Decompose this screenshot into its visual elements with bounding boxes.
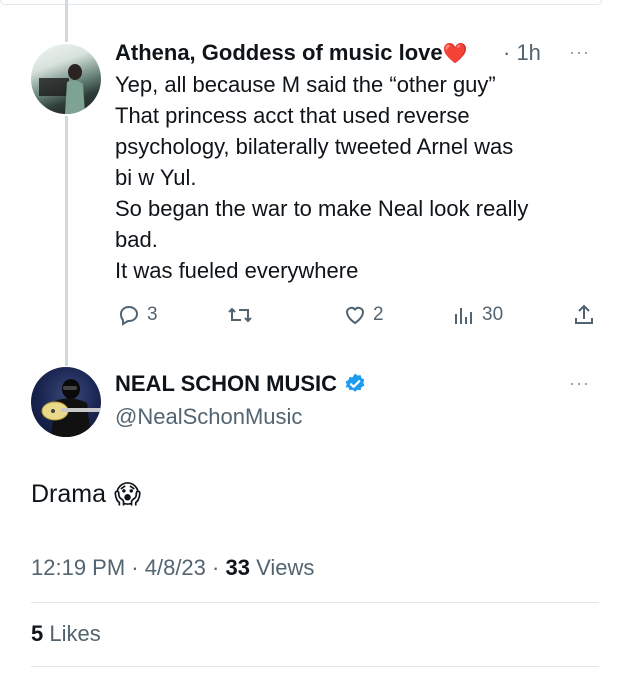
views-label: Views — [256, 555, 315, 580]
reply-line: That princess acct that used reverse — [115, 103, 470, 128]
like-count: 2 — [373, 304, 384, 325]
tweet-time[interactable]: 12:19 PM — [31, 555, 125, 580]
tweet-timestamp-line: 12:19 PM · 4/8/23 · 33 Views — [31, 555, 315, 580]
main-tweet-text: Drama 😱 — [31, 479, 141, 510]
share-button[interactable] — [572, 302, 596, 328]
like-button[interactable]: 2 — [343, 302, 384, 328]
heart-emoji: ❤️ — [442, 43, 468, 65]
views-count: 30 — [482, 304, 504, 325]
verified-badge-icon — [345, 373, 365, 392]
previous-tweet-border — [0, 0, 602, 5]
reply-icon — [119, 305, 139, 326]
analytics-icon — [455, 308, 472, 324]
likes-summary[interactable]: 5 Likes — [31, 621, 101, 647]
retweet-icon — [228, 307, 252, 323]
reply-timestamp[interactable]: · 1h — [503, 40, 541, 66]
reply-line: psychology, bilaterally tweeted Arnel wa… — [115, 134, 514, 159]
reply-line: So began the war to make Neal look reall… — [115, 196, 529, 221]
heart-icon — [345, 306, 365, 325]
reply-count: 3 — [147, 304, 158, 325]
avatar-athena[interactable] — [31, 44, 101, 114]
reply-button[interactable]: 3 — [117, 302, 158, 328]
views-number: 33 — [225, 555, 250, 580]
main-author-handle[interactable]: @NealSchonMusic — [115, 404, 302, 430]
more-options-icon[interactable]: ··· — [569, 42, 590, 63]
retweet-button[interactable] — [227, 302, 259, 328]
thread-line-top — [65, 0, 68, 42]
divider — [31, 602, 599, 603]
reply-line: bi w Yul. — [115, 165, 197, 190]
reply-line: It was fueled everywhere — [115, 258, 359, 283]
reply-line: bad. — [115, 227, 158, 252]
tweet-date[interactable]: 4/8/23 — [145, 555, 206, 580]
scream-emoji: 😱 — [114, 479, 142, 509]
reply-line: Yep, all because M said the “other guy” — [115, 72, 496, 97]
reply-author-name[interactable]: Athena, Goddess of music love❤️ — [115, 40, 468, 66]
divider — [31, 666, 599, 667]
main-author-name[interactable]: NEAL SCHON MUSIC — [115, 371, 367, 397]
thread-line-bottom — [65, 116, 68, 366]
reply-text: Yep, all because M said the “other guy” … — [115, 69, 585, 286]
likes-label: Likes — [49, 621, 101, 646]
more-options-icon[interactable]: ··· — [569, 373, 590, 394]
avatar-neal-schon[interactable] — [31, 367, 101, 437]
share-icon — [575, 304, 593, 324]
views-button[interactable]: 30 — [452, 302, 503, 328]
likes-number: 5 — [31, 621, 44, 646]
tweet-text: Drama — [31, 480, 107, 508]
